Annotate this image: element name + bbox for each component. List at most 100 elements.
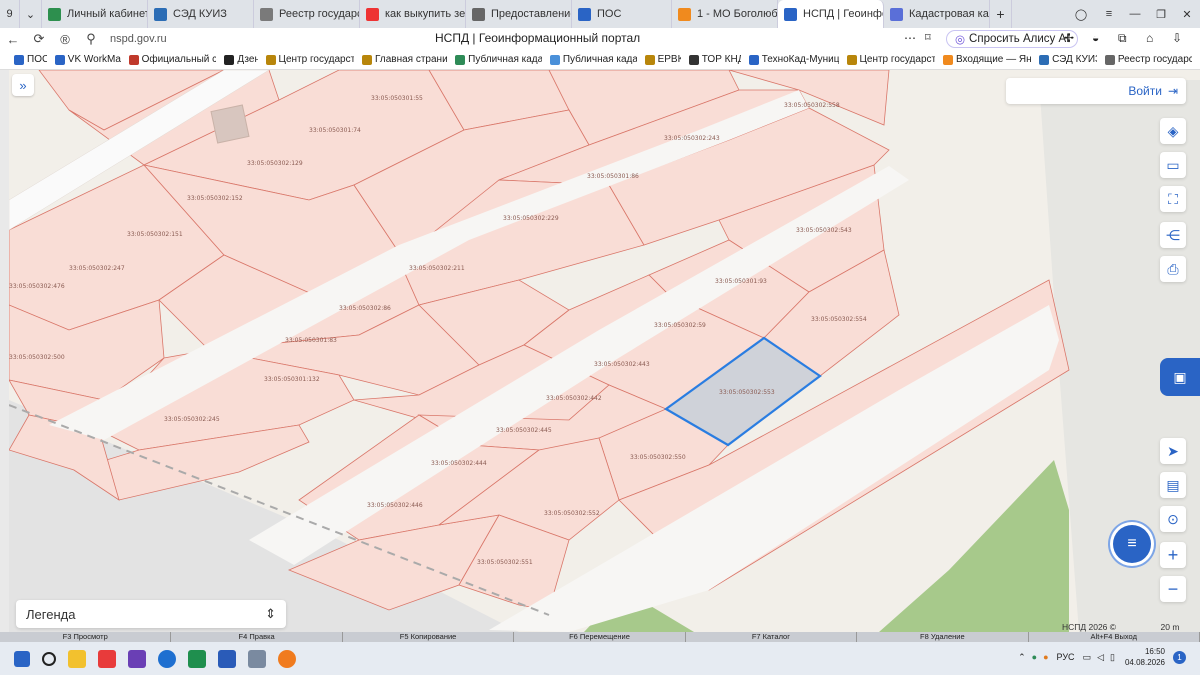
expand-panel-button[interactable]: » bbox=[12, 74, 34, 96]
tab-counter[interactable]: 9 bbox=[0, 0, 20, 28]
zoom-in-button[interactable]: + bbox=[1160, 542, 1186, 568]
parcel-label: 33:05:050302:445 bbox=[496, 427, 552, 434]
fkey-3[interactable]: F5 Копирование bbox=[343, 632, 515, 642]
back-icon[interactable]: ← bbox=[0, 32, 26, 47]
app-tray-icon[interactable]: ● bbox=[1043, 652, 1048, 662]
plus-icon: + bbox=[1167, 544, 1179, 565]
search-icon[interactable] bbox=[42, 651, 56, 666]
bookmark-item[interactable]: ТОР КНД bbox=[688, 54, 741, 65]
bookmark-item[interactable]: Официальный са bbox=[128, 54, 217, 65]
bookmark-item[interactable]: Входящие — Янд bbox=[942, 54, 1031, 65]
volume-icon[interactable]: ◁ bbox=[1097, 652, 1104, 663]
bookmark-item[interactable]: Центр государств bbox=[846, 54, 935, 65]
assistant-button[interactable]: ▣ bbox=[1160, 358, 1200, 396]
word-icon[interactable] bbox=[218, 649, 236, 668]
tab-list-dropdown[interactable]: ⌄ bbox=[20, 0, 42, 28]
bookmark-favicon-icon bbox=[265, 54, 276, 65]
fkey-5[interactable]: F7 Каталог bbox=[686, 632, 858, 642]
security-icon[interactable]: ⚲ bbox=[78, 31, 104, 47]
tab-9[interactable]: Кадастровая карта bbox=[884, 0, 990, 28]
fkey-1[interactable]: F3 Просмотр bbox=[0, 632, 172, 642]
alice-icon: ◎ bbox=[955, 34, 966, 46]
gift-icon[interactable]: ⌂ bbox=[1146, 31, 1153, 45]
search-point-button[interactable]: ⊙ bbox=[1160, 506, 1186, 532]
bookmark-item[interactable]: ЕРВК bbox=[644, 54, 681, 65]
reload-icon[interactable]: ⟳ bbox=[26, 31, 52, 47]
share-button[interactable]: ⋲ bbox=[1160, 222, 1186, 248]
layers-button[interactable]: ◈ bbox=[1160, 118, 1186, 144]
antivirus-icon[interactable]: ● bbox=[1032, 652, 1037, 662]
more-icon[interactable]: ⋯ bbox=[904, 31, 916, 45]
fkey-7[interactable]: Alt+F4 Выход bbox=[1029, 632, 1200, 642]
excel-icon[interactable] bbox=[188, 649, 206, 668]
edge-icon[interactable] bbox=[158, 649, 176, 668]
parcel-label: 33:05:050302:558 bbox=[784, 102, 840, 109]
bookmark-item[interactable]: Главная страниц bbox=[362, 54, 447, 65]
battery-icon[interactable]: ▯ bbox=[1110, 652, 1115, 663]
notification-badge[interactable]: 1 bbox=[1173, 650, 1186, 664]
bookmark-item[interactable]: ТехноКад-Муници bbox=[748, 54, 839, 65]
tab-8[interactable]: НСПД | Геоинфор× bbox=[778, 0, 884, 28]
extension-icon[interactable]: ✢ bbox=[1064, 31, 1074, 45]
download-icon[interactable]: ⇩ bbox=[1172, 31, 1182, 45]
tab-favicon-icon bbox=[48, 7, 61, 21]
clock[interactable]: 16:50 04.08.2026 bbox=[1125, 646, 1165, 668]
fkey-6[interactable]: F8 Удаление bbox=[857, 632, 1029, 642]
profile-icon[interactable]: ◯ bbox=[1066, 0, 1096, 28]
tab-4[interactable]: как выкупить земел bbox=[360, 0, 466, 28]
cadastral-map[interactable]: 33:05:050301:55 33:05:050302:558 33:05:050… bbox=[9, 70, 1200, 632]
measure-button[interactable]: ▭ bbox=[1160, 152, 1186, 178]
url-text[interactable]: nspd.gov.ru bbox=[110, 33, 167, 45]
tab-5[interactable]: Предоставление св bbox=[466, 0, 572, 28]
fkey-4[interactable]: F6 Перемещение bbox=[514, 632, 686, 642]
legend-label: Легенда bbox=[26, 606, 76, 622]
browser-menu-icon[interactable]: ≡ bbox=[1096, 0, 1122, 28]
address-bar: ← ⟳ ® ⚲ nspd.gov.ru НСПД | Геоинформацио… bbox=[0, 28, 1200, 50]
bookmark-label: Официальный са bbox=[141, 54, 217, 65]
bookmark-item[interactable]: Публичная кадас bbox=[455, 54, 542, 65]
app-icon[interactable] bbox=[248, 649, 266, 668]
tab-label: Кадастровая карта bbox=[909, 8, 989, 20]
flame-app-icon[interactable] bbox=[278, 649, 296, 668]
network-icon[interactable]: ▭ bbox=[1083, 652, 1092, 663]
bookmark-item[interactable]: Публичная кадас bbox=[549, 54, 637, 65]
bookmark-item[interactable]: Центр государств bbox=[265, 54, 354, 65]
yandex-browser-icon[interactable] bbox=[98, 649, 116, 668]
vpn-icon[interactable]: ◒ bbox=[1092, 31, 1099, 45]
chevron-up-icon[interactable]: ⌃ bbox=[1018, 652, 1026, 663]
bookmark-item[interactable]: VK WorkMail bbox=[54, 54, 121, 65]
bookmark-item[interactable]: ПОС bbox=[14, 54, 47, 65]
minimize-icon[interactable]: — bbox=[1122, 0, 1148, 28]
yandex-home-icon[interactable]: ® bbox=[52, 32, 78, 47]
save-app-icon[interactable] bbox=[128, 649, 146, 668]
zoom-out-button[interactable]: − bbox=[1160, 576, 1186, 602]
new-tab-button[interactable]: + bbox=[990, 0, 1012, 28]
legend-panel[interactable]: Легенда ⇕ bbox=[16, 600, 286, 628]
fkey-2[interactable]: F4 Правка bbox=[171, 632, 343, 642]
bookmark-item[interactable]: Реестр государст bbox=[1104, 54, 1192, 65]
puzzle-icon[interactable]: ⧉ bbox=[1118, 31, 1127, 46]
bookmark-item[interactable]: Дзен bbox=[224, 54, 258, 65]
location-search-icon: ⊙ bbox=[1167, 510, 1179, 527]
file-explorer-icon[interactable] bbox=[68, 649, 86, 668]
restore-icon[interactable]: ❐ bbox=[1148, 0, 1174, 28]
tab-7[interactable]: 1 - МО Боголюбовск bbox=[672, 0, 778, 28]
close-window-icon[interactable]: ✕ bbox=[1174, 0, 1200, 28]
language-indicator[interactable]: РУС bbox=[1057, 652, 1075, 662]
bookmark-icon[interactable]: ⌑ bbox=[925, 31, 931, 44]
windows-start-icon[interactable] bbox=[14, 650, 30, 667]
print-button[interactable]: ⎙ bbox=[1160, 256, 1186, 282]
alice-button[interactable]: ◎ Спросить Алису AI bbox=[946, 30, 1079, 48]
minimap-button[interactable]: ▤ bbox=[1160, 472, 1186, 498]
double-chevron-right-icon: » bbox=[19, 77, 27, 93]
tab-3[interactable]: Реестр государстве bbox=[254, 0, 360, 28]
geolocate-button[interactable]: ➤ bbox=[1160, 438, 1186, 464]
tab-6[interactable]: ПОС bbox=[572, 0, 672, 28]
tab-1[interactable]: Личный кабинет bbox=[42, 0, 148, 28]
chat-button[interactable]: ≡ bbox=[1113, 525, 1151, 563]
login-button[interactable]: Войти ⇥ bbox=[1006, 78, 1186, 104]
map-canvas[interactable]: 33:05:050301:55 33:05:050302:558 33:05:050… bbox=[9, 70, 1200, 632]
bookmark-item[interactable]: СЭД КУИЗ bbox=[1039, 54, 1097, 65]
tab-2[interactable]: СЭД КУИЗ bbox=[148, 0, 254, 28]
select-area-button[interactable]: ⛶ bbox=[1160, 186, 1186, 212]
